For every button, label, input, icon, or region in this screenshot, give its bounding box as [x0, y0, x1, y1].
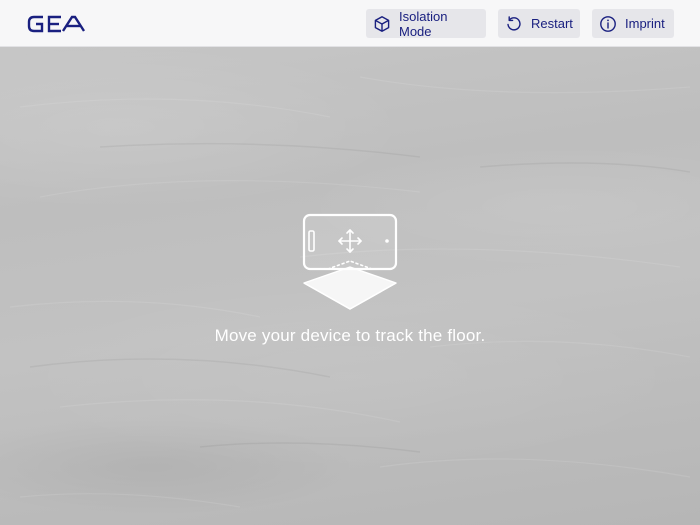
restart-icon	[505, 15, 523, 33]
phone-floor-tracking-icon	[298, 211, 402, 315]
gea-logo: GEA	[26, 12, 86, 36]
gea-logo-icon	[27, 15, 86, 33]
restart-button[interactable]: Restart	[498, 9, 580, 38]
imprint-button[interactable]: Imprint	[592, 9, 674, 38]
imprint-label: Imprint	[625, 16, 665, 31]
isolation-mode-button[interactable]: Isolation Mode	[366, 8, 486, 39]
logo-text: GEA	[86, 12, 87, 13]
cube-icon	[373, 15, 391, 33]
ar-app: GEA Isolation Mode Restart	[0, 0, 700, 525]
info-icon	[599, 15, 617, 33]
tracking-hint-text: Move your device to track the floor.	[214, 326, 486, 345]
top-bar: GEA Isolation Mode Restart	[0, 0, 700, 47]
isolation-mode-label: Isolation Mode	[399, 8, 448, 39]
restart-label: Restart	[531, 16, 573, 31]
